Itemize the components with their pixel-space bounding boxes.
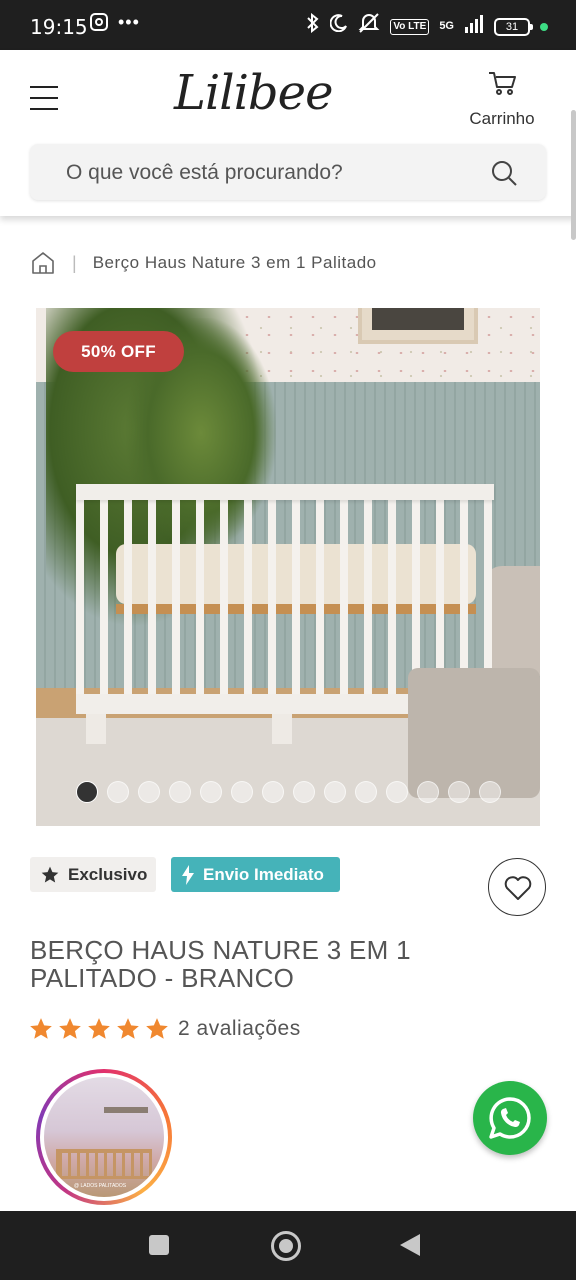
star-icon	[41, 866, 59, 882]
breadcrumb-current: Berço Haus Nature 3 em 1 Palitado	[92, 253, 377, 272]
carousel-dot[interactable]	[138, 781, 160, 803]
status-left-icons: •••	[90, 13, 140, 31]
signal-icon	[464, 15, 484, 38]
site-logo[interactable]: Lilibee	[174, 58, 333, 128]
search-placeholder: O que você está procurando?	[66, 161, 343, 184]
rating-star-icon	[59, 1018, 81, 1039]
ottoman	[408, 668, 540, 798]
story-caption: @ LADOS PALITADOS	[74, 1183, 127, 1189]
status-bar: 19:15 ••• Vo LTE 5G 31	[0, 0, 576, 50]
rating-stars	[28, 1016, 170, 1042]
heart-icon	[504, 876, 532, 900]
rating-count[interactable]: 2 avaliações	[178, 1017, 301, 1041]
wall-frame	[358, 308, 478, 344]
search-input[interactable]: O que você está procurando?	[30, 144, 546, 200]
home-icon[interactable]	[30, 250, 56, 276]
bluetooth-icon	[306, 12, 320, 40]
carousel-dot[interactable]	[448, 781, 470, 803]
shipping-tag: Envio Imediato	[171, 857, 340, 892]
breadcrumb-separator: |	[72, 252, 77, 273]
back-button[interactable]	[400, 1234, 420, 1256]
menu-icon[interactable]	[30, 86, 58, 112]
network-type: 5G	[439, 20, 454, 32]
more-notifications-icon: •••	[118, 12, 140, 32]
rating-star-icon	[30, 1018, 52, 1039]
privacy-indicator-icon	[540, 22, 548, 31]
scrollbar-thumb[interactable]	[571, 110, 576, 240]
carousel-dot[interactable]	[76, 781, 98, 803]
status-right-icons: Vo LTE 5G 31	[306, 12, 548, 40]
recent-apps-button[interactable]	[149, 1235, 169, 1255]
carousel-dot[interactable]	[262, 781, 284, 803]
cart-label: Carrinho	[469, 109, 535, 128]
carousel-dot[interactable]	[293, 781, 315, 803]
whatsapp-icon	[489, 1097, 531, 1139]
product-image-carousel[interactable]	[36, 308, 540, 826]
product-title: BERÇO HAUS NATURE 3 EM 1 PALITADO - BRAN…	[30, 935, 411, 993]
shipping-label: Envio Imediato	[203, 864, 324, 884]
story-video-thumbnail[interactable]: @ LADOS PALITADOS	[36, 1069, 172, 1205]
breadcrumb: | Berço Haus Nature 3 em 1 Palitado	[30, 248, 377, 278]
carousel-dots	[76, 781, 501, 803]
home-button[interactable]	[271, 1231, 301, 1261]
moon-icon	[329, 14, 348, 39]
cart-icon	[489, 72, 516, 95]
site-header: Lilibee Carrinho O que você está procura…	[0, 50, 576, 240]
carousel-dot[interactable]	[107, 781, 129, 803]
rating-star-icon	[88, 1018, 110, 1039]
favorite-button[interactable]	[488, 858, 546, 916]
carousel-dot[interactable]	[231, 781, 253, 803]
volte-icon: Vo LTE	[390, 18, 430, 35]
rating-star-icon	[117, 1018, 139, 1039]
carousel-dot[interactable]	[355, 781, 377, 803]
carousel-dot[interactable]	[479, 781, 501, 803]
status-time: 19:15	[30, 15, 88, 39]
carousel-dot[interactable]	[417, 781, 439, 803]
system-navigation-bar	[0, 1211, 576, 1280]
mute-icon	[358, 13, 380, 40]
story-image: @ LADOS PALITADOS	[44, 1077, 164, 1197]
exclusive-tag: Exclusivo	[30, 857, 156, 892]
battery-icon: 31	[494, 17, 533, 36]
carousel-dot[interactable]	[200, 781, 222, 803]
instagram-icon	[90, 13, 108, 31]
search-icon[interactable]	[490, 159, 518, 187]
carousel-dot[interactable]	[324, 781, 346, 803]
lightning-icon	[182, 864, 194, 885]
discount-badge: 50% OFF	[53, 331, 184, 372]
cart-button[interactable]: Carrinho	[466, 70, 538, 129]
carousel-dot[interactable]	[386, 781, 408, 803]
exclusive-label: Exclusivo	[68, 864, 148, 884]
whatsapp-button[interactable]	[473, 1081, 547, 1155]
rating-star-icon	[146, 1018, 168, 1039]
product-rating[interactable]: 2 avaliações	[28, 1016, 301, 1042]
carousel-dot[interactable]	[169, 781, 191, 803]
